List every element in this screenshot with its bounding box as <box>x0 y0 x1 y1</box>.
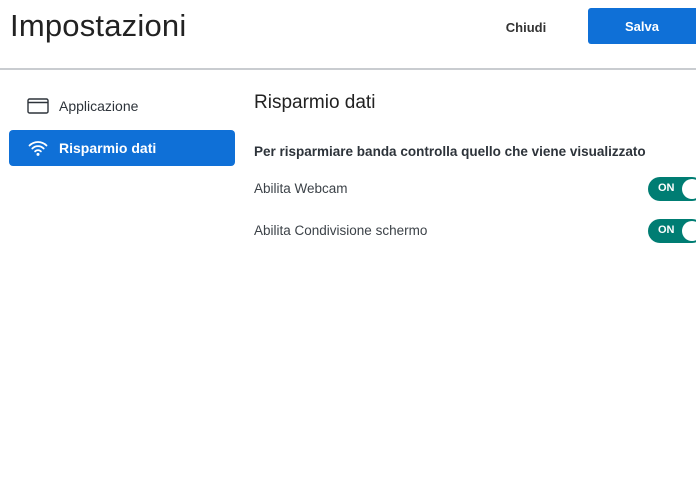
toggle-state-text: ON <box>658 224 675 236</box>
settings-sidebar: Applicazione Risparmio dati <box>9 88 235 172</box>
sidebar-item-label: Applicazione <box>59 98 139 114</box>
screenshare-toggle[interactable]: ON <box>648 219 696 243</box>
modal-header: Impostazioni Chiudi Salva <box>0 0 696 70</box>
setting-label: Abilita Webcam <box>254 181 348 196</box>
sidebar-item-label: Risparmio dati <box>59 140 157 156</box>
webcam-toggle[interactable]: ON <box>648 177 696 201</box>
setting-row-webcam: Abilita Webcam ON <box>254 175 696 217</box>
settings-content: Risparmio dati Per risparmiare banda con… <box>254 92 696 259</box>
sidebar-item-application[interactable]: Applicazione <box>9 88 235 124</box>
toggle-knob <box>682 221 696 241</box>
sidebar-item-data-saving[interactable]: Risparmio dati <box>9 130 235 166</box>
save-button[interactable]: Salva <box>588 8 696 44</box>
page-title: Impostazioni <box>10 8 187 43</box>
section-title: Risparmio dati <box>254 92 376 113</box>
toggle-state-text: ON <box>658 182 675 194</box>
close-button[interactable]: Chiudi <box>486 10 566 44</box>
section-subtitle: Per risparmiare banda controlla quello c… <box>254 144 646 159</box>
setting-row-screenshare: Abilita Condivisione schermo ON <box>254 217 696 259</box>
application-window-icon <box>27 97 49 115</box>
wifi-icon <box>27 139 49 157</box>
toggle-knob <box>682 179 696 199</box>
setting-label: Abilita Condivisione schermo <box>254 223 428 238</box>
